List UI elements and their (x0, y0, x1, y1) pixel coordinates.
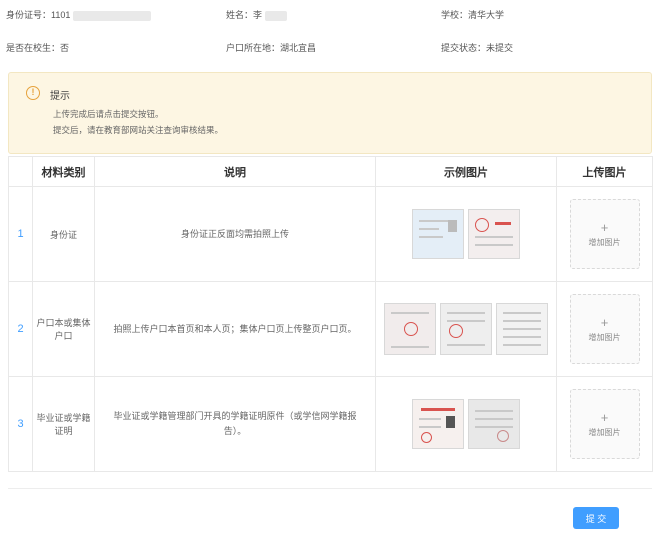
upload-image-button[interactable]: + 增加图片 (569, 294, 640, 364)
sample-image-id-back (468, 209, 520, 259)
table-row: 3 毕业证或学籍证明 毕业证或学籍管理部门开具的学籍证明原件（或学信网学籍报告）… (8, 376, 653, 472)
header-index (8, 156, 33, 187)
name-field: 姓名：李 (226, 8, 287, 21)
sample-image-hukou-2 (440, 303, 492, 355)
id-number-label: 身份证号：1101 (6, 10, 71, 20)
header-category: 材料类别 (32, 156, 95, 187)
redacted-name-mask (264, 10, 287, 21)
upload-label: 增加图片 (588, 427, 621, 437)
redacted-id-mask (72, 10, 151, 21)
upload-image-button[interactable]: + 增加图片 (569, 199, 640, 269)
header-upload: 上传图片 (556, 156, 653, 187)
school-field: 学校：清华大学 (441, 10, 505, 20)
plus-icon: + (600, 409, 609, 425)
row-upload: + 增加图片 (556, 186, 653, 282)
row-index: 2 (8, 281, 33, 377)
materials-table: 材料类别 说明 示例图片 上传图片 1 身份证 身份证正反面均需拍照上传 + 增… (8, 156, 653, 472)
header-sample: 示例图片 (375, 156, 557, 187)
upload-label: 增加图片 (588, 332, 621, 342)
warning-icon: ! (26, 86, 40, 100)
id-number-field: 身份证号：1101 (6, 8, 151, 21)
notice-line-2: 提交后，请在教育部网站关注查询审核结果。 (53, 125, 224, 135)
header-description: 说明 (94, 156, 376, 187)
row-category: 毕业证或学籍证明 (32, 376, 95, 472)
table-row: 1 身份证 身份证正反面均需拍照上传 + 增加图片 (8, 186, 653, 282)
hukou-field: 户口所在地：湖北宜昌 (226, 43, 317, 53)
row-description: 身份证正反面均需拍照上传 (94, 186, 376, 282)
row-samples (375, 186, 557, 282)
notice-box: ! 提示 上传完成后请点击提交按钮。 提交后，请在教育部网站关注查询审核结果。 (8, 72, 652, 154)
row-description: 毕业证或学籍管理部门开具的学籍证明原件（或学信网学籍报告）。 (94, 376, 376, 472)
sample-image-hukou-1 (384, 303, 436, 355)
plus-icon: + (600, 219, 609, 235)
sample-image-id-front (412, 209, 464, 259)
sample-image-status-cert (468, 399, 520, 449)
notice-line-1: 上传完成后请点击提交按钮。 (53, 109, 164, 119)
plus-icon: + (600, 314, 609, 330)
name-label: 姓名：李 (226, 10, 263, 20)
submit-status-field: 提交状态：未提交 (441, 43, 514, 53)
row-index: 1 (8, 186, 33, 282)
sample-image-hukou-3 (496, 303, 548, 355)
row-samples (375, 376, 557, 472)
row-description: 拍照上传户口本首页和本人页；集体户口页上传整页户口页。 (94, 281, 376, 377)
row-category: 户口本或集体户口 (32, 281, 95, 377)
row-upload: + 增加图片 (556, 376, 653, 472)
row-index: 3 (8, 376, 33, 472)
row-samples (375, 281, 557, 377)
footer-divider (8, 488, 652, 489)
row-upload: + 增加图片 (556, 281, 653, 377)
upload-image-button[interactable]: + 增加图片 (569, 389, 640, 459)
row-category: 身份证 (32, 186, 95, 282)
sample-image-diploma (412, 399, 464, 449)
notice-title: 提示 (50, 91, 70, 102)
upload-label: 增加图片 (588, 237, 621, 247)
table-row: 2 户口本或集体户口 拍照上传户口本首页和本人页；集体户口页上传整页户口页。 +… (8, 281, 653, 377)
submit-button[interactable]: 提 交 (573, 507, 619, 529)
enrolled-field: 是否在校生：否 (6, 43, 70, 53)
table-header-row: 材料类别 说明 示例图片 上传图片 (8, 156, 653, 187)
